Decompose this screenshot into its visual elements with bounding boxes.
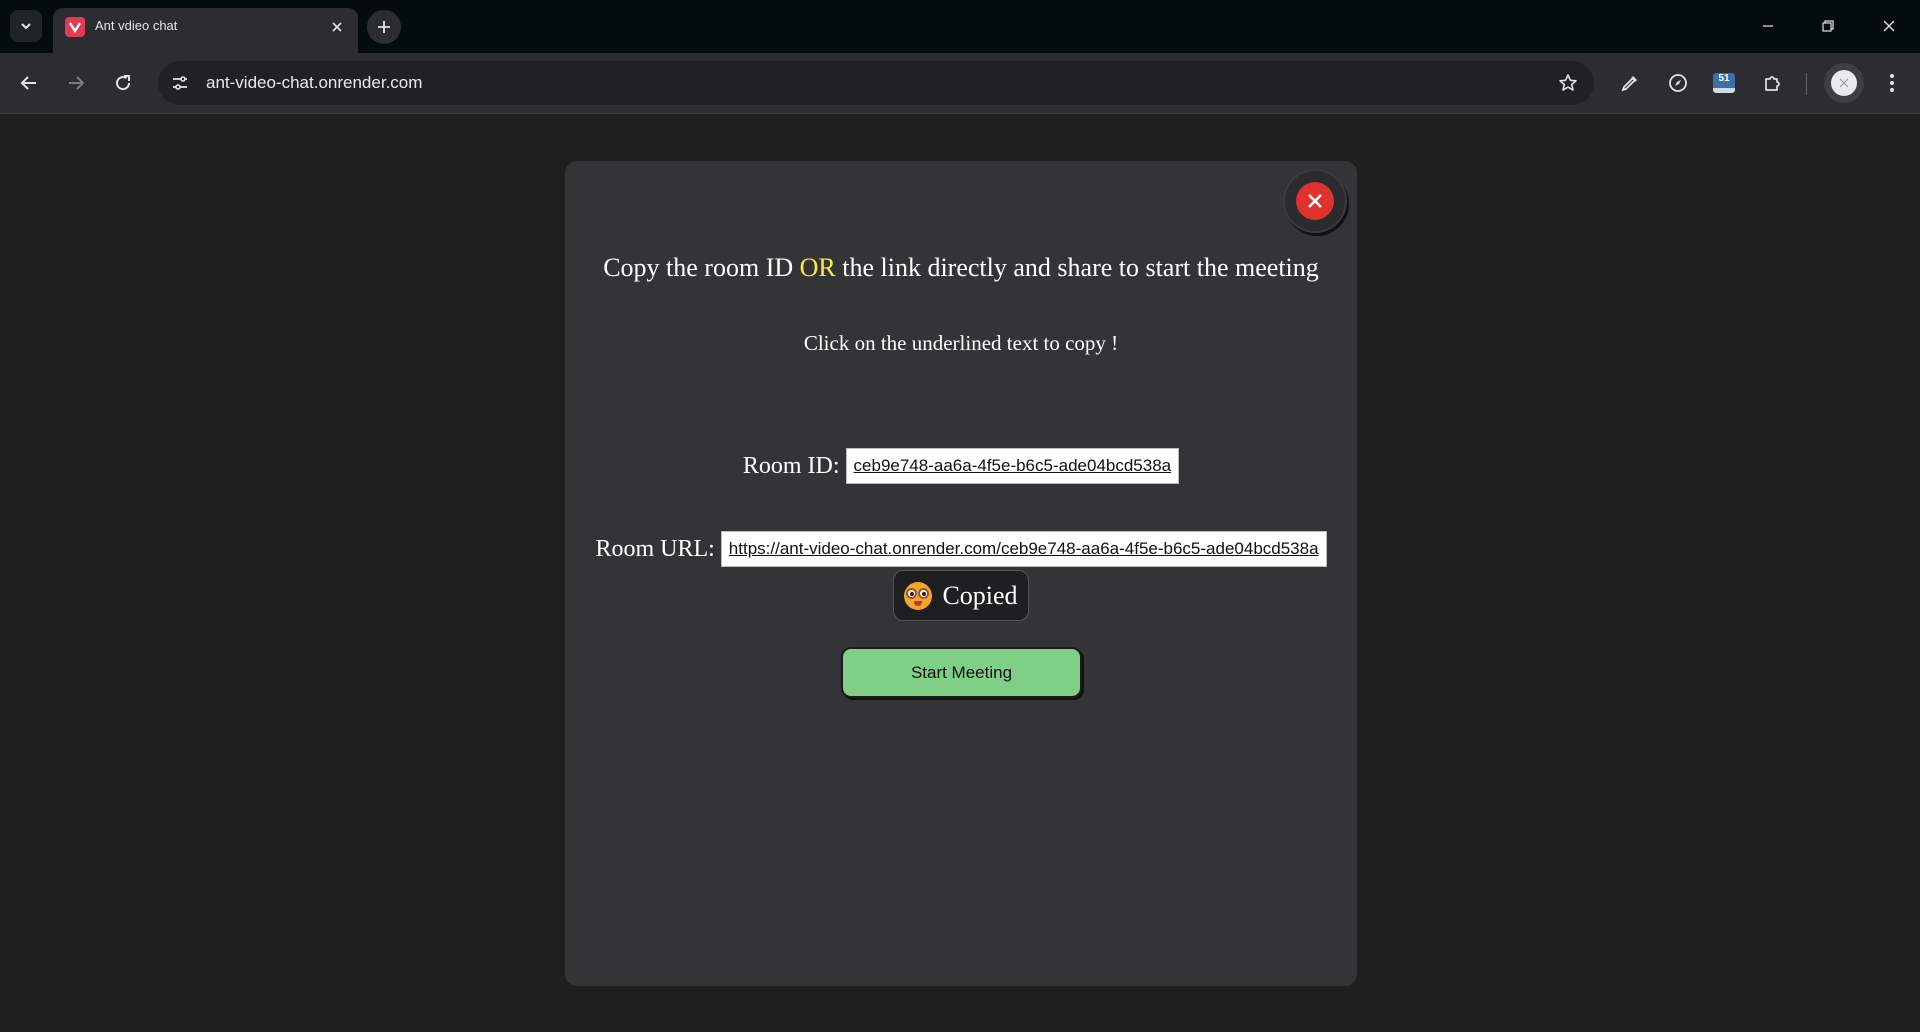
room-id-label: Room ID: (742, 452, 840, 479)
eyedropper-icon (1621, 76, 1637, 92)
compass-icon (1669, 74, 1687, 92)
start-meeting-button[interactable]: Start Meeting (841, 647, 1082, 698)
calendar-51-icon: 51 (1713, 73, 1735, 93)
site-favicon-icon (65, 17, 85, 37)
arrow-left-icon (20, 76, 36, 90)
share-room-modal: Copy the room ID OR the link directly an… (565, 161, 1357, 986)
tab-search-button[interactable] (10, 10, 42, 42)
close-modal-button[interactable] (1283, 169, 1347, 233)
restore-icon (1822, 20, 1834, 32)
close-icon (1308, 194, 1322, 208)
forward-button[interactable] (58, 65, 94, 101)
bookmark-button[interactable] (1556, 71, 1580, 95)
heading-text-part1: Copy the room ID (603, 253, 800, 282)
reload-icon (116, 75, 131, 91)
page-viewport: Copy the room ID OR the link directly an… (0, 115, 1920, 1032)
wide-eyed-face-icon (904, 581, 933, 610)
browser-menu-button[interactable] (1874, 65, 1910, 101)
star-icon (1559, 74, 1577, 91)
tab-title: Ant vdieo chat (95, 18, 178, 33)
copied-text: Copied (942, 580, 1018, 610)
tab-close-button[interactable] (326, 16, 348, 38)
plus-icon (378, 21, 390, 33)
puzzle-icon (1765, 76, 1780, 91)
site-info-button[interactable] (168, 71, 192, 95)
room-url-label: Room URL: (595, 535, 715, 562)
room-url-row: Room URL: https://ant-video-chat.onrende… (565, 531, 1357, 567)
close-modal-dot (1296, 182, 1334, 220)
back-button[interactable] (11, 65, 47, 101)
heading-or-highlight: OR (799, 253, 836, 282)
minimize-button[interactable] (1745, 8, 1791, 44)
address-bar[interactable]: ant-video-chat.onrender.com (158, 61, 1594, 105)
room-id-copy-box[interactable]: ceb9e748-aa6a-4f5e-b6c5-ade04bcd538a (845, 448, 1180, 484)
profile-avatar-button[interactable] (1824, 63, 1864, 103)
browser-tab-strip: Ant vdieo chat (0, 0, 1920, 53)
room-url-copy-box[interactable]: https://ant-video-chat.onrender.com/ceb9… (720, 531, 1327, 567)
arrow-right-icon (69, 76, 85, 90)
browser-tab-active[interactable]: Ant vdieo chat (53, 8, 358, 53)
window-close-button[interactable] (1866, 8, 1912, 44)
close-icon (1883, 20, 1895, 32)
copy-hint-text: Click on the underlined text to copy ! (803, 331, 1119, 355)
calendar-extension-button[interactable]: 51 (1706, 65, 1742, 101)
profile-avatar-icon (1831, 70, 1857, 96)
reload-button[interactable] (105, 65, 141, 101)
copied-toast: Copied (893, 570, 1029, 621)
new-tab-button[interactable] (367, 10, 401, 44)
modal-heading: Copy the room ID OR the link directly an… (565, 253, 1357, 283)
restore-button[interactable] (1805, 8, 1851, 44)
chevron-down-icon (21, 23, 31, 30)
minimize-icon (1763, 25, 1773, 27)
extensions-button[interactable] (1755, 65, 1791, 101)
heading-text-part2: the link directly and share to start the… (835, 253, 1319, 282)
url-text[interactable]: ant-video-chat.onrender.com (206, 73, 422, 93)
toolbar-separator (1806, 73, 1807, 95)
compass-extension-button[interactable] (1660, 65, 1696, 101)
close-icon (332, 22, 342, 32)
browser-toolbar: ant-video-chat.onrender.com 51 (0, 53, 1920, 114)
room-id-row: Room ID: ceb9e748-aa6a-4f5e-b6c5-ade04bc… (565, 448, 1357, 484)
eyedropper-extension-button[interactable] (1612, 65, 1648, 101)
more-vertical-icon (1890, 74, 1894, 92)
tune-icon (173, 76, 187, 90)
